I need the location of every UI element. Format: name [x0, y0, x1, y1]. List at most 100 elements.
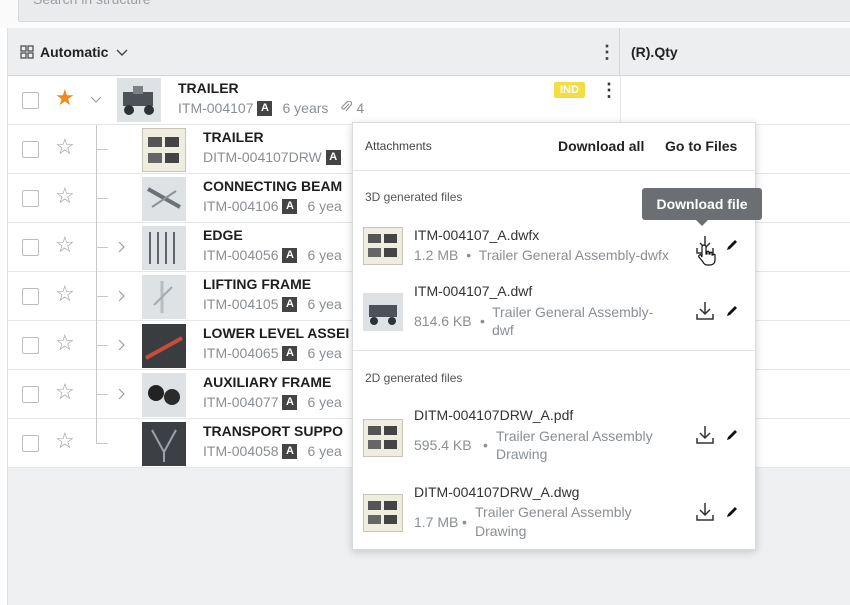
file-name[interactable]: DITM-004107DRW_A.pdf: [414, 407, 573, 423]
download-icon[interactable]: [696, 425, 714, 449]
star-icon[interactable]: ★: [55, 87, 75, 109]
revision-badge: A: [282, 443, 298, 459]
download-file-tooltip: Download file: [642, 188, 762, 226]
item-thumbnail: [142, 373, 186, 417]
tree-line: [96, 247, 108, 248]
row-checkbox[interactable]: [22, 190, 39, 207]
file-item[interactable]: DITM-004107DRW_A.dwg 1.7 MB • Trailer Ge…: [353, 484, 757, 546]
tree-line: [96, 198, 108, 199]
tree-line: [96, 443, 108, 444]
item-thumbnail: [142, 177, 186, 221]
tree-line: [96, 149, 108, 150]
file-thumbnail: [363, 419, 403, 457]
row-menu-kebab-icon[interactable]: ⋮: [600, 80, 618, 101]
row-checkbox[interactable]: [22, 288, 39, 305]
tree-line: [96, 394, 108, 395]
qty-column-menu-button[interactable]: ⋮: [844, 28, 850, 76]
item-age: 6 yea: [307, 247, 342, 263]
kebab-icon: ⋮: [598, 42, 616, 62]
edit-pencil-icon[interactable]: [725, 304, 739, 322]
row-checkbox[interactable]: [22, 92, 39, 109]
attachments-popup: Attachments Download all Go to Files 3D …: [352, 122, 757, 550]
item-meta: ITM-004065 A 6 yea: [203, 345, 342, 361]
edit-pencil-icon[interactable]: [725, 505, 739, 523]
row-checkbox[interactable]: [22, 435, 39, 452]
chevron-down-icon[interactable]: [90, 94, 102, 106]
edit-pencil-icon[interactable]: [725, 238, 739, 256]
item-age: 6 yea: [307, 198, 342, 214]
file-item[interactable]: ITM-004107_A.dwfx 1.2 MB • Trailer Gener…: [353, 223, 757, 273]
file-item[interactable]: DITM-004107DRW_A.pdf 595.4 KB • Trailer …: [353, 407, 757, 469]
revision-badge: A: [282, 296, 298, 312]
item-number: ITM-004106: [203, 198, 279, 214]
file-description: Trailer General Assembly: [475, 504, 632, 520]
item-age: 6 years: [282, 100, 329, 116]
file-name[interactable]: ITM-004107_A.dwfx: [414, 227, 539, 243]
item-meta: ITM-004056 A 6 yea: [203, 247, 342, 263]
item-thumbnail: [142, 226, 186, 270]
separator: •: [466, 247, 472, 263]
left-panel-edge: [0, 28, 8, 605]
chevron-right-icon[interactable]: [118, 241, 126, 255]
file-size: 1.7 MB: [414, 514, 459, 530]
star-icon[interactable]: ☆: [55, 185, 75, 207]
item-title[interactable]: LIFTING FRAME: [203, 276, 311, 292]
file-name[interactable]: ITM-004107_A.dwf: [414, 283, 532, 299]
revision-badge: A: [257, 100, 273, 116]
star-icon[interactable]: ☆: [55, 381, 75, 403]
tree-line: [96, 345, 108, 346]
attachment-count[interactable]: 4: [356, 100, 364, 116]
item-title[interactable]: EDGE: [203, 227, 243, 243]
chevron-right-icon[interactable]: [118, 290, 126, 304]
item-thumbnail: [142, 128, 186, 172]
star-icon[interactable]: ☆: [55, 136, 75, 158]
chevron-right-icon[interactable]: [118, 339, 126, 353]
item-number: DITM-004107DRW: [203, 149, 322, 165]
star-icon[interactable]: ☆: [55, 430, 75, 452]
chevron-down-icon: [116, 44, 128, 60]
download-all-button[interactable]: Download all: [558, 138, 644, 154]
item-meta: ITM-004058 A 6 yea: [203, 443, 342, 459]
item-meta: ITM-004107 A 6 years 4: [178, 100, 364, 116]
file-description: Trailer General Assembly-: [492, 304, 654, 320]
row-checkbox[interactable]: [22, 141, 39, 158]
file-name[interactable]: DITM-004107DRW_A.dwg: [414, 484, 579, 500]
row-checkbox[interactable]: [22, 239, 39, 256]
separator: •: [483, 437, 488, 453]
row-checkbox[interactable]: [22, 337, 39, 354]
table-row[interactable]: ★ TRAILER ITM-004107 A 6 years 4 IND ⋮: [8, 76, 850, 125]
item-title[interactable]: TRANSPORT SUPPO: [203, 423, 343, 439]
item-title[interactable]: TRAILER: [178, 80, 239, 96]
item-title[interactable]: TRAILER: [203, 129, 264, 145]
item-title[interactable]: CONNECTING BEAM: [203, 178, 342, 194]
view-selector-label: Automatic: [40, 44, 109, 60]
search-input[interactable]: Search in structure: [18, 0, 850, 22]
file-size: 814.6 KB: [414, 313, 472, 329]
app-page: Search in structure Automatic ⋮ (R).Qty …: [0, 0, 850, 605]
download-icon[interactable]: [696, 502, 714, 526]
item-title[interactable]: LOWER LEVEL ASSEI: [203, 325, 349, 341]
edit-pencil-icon[interactable]: [725, 428, 739, 446]
item-meta: ITM-004077 A 6 yea: [203, 394, 342, 410]
star-icon[interactable]: ☆: [55, 234, 75, 256]
column-divider: [619, 28, 620, 76]
item-thumbnail: [142, 275, 186, 319]
revision-badge: A: [325, 149, 341, 165]
view-selector[interactable]: Automatic: [20, 28, 128, 76]
item-thumbnail: [142, 324, 186, 368]
download-icon[interactable]: [696, 301, 714, 325]
item-number: ITM-004105: [203, 296, 279, 312]
chevron-right-icon[interactable]: [118, 388, 126, 402]
star-icon[interactable]: ☆: [55, 332, 75, 354]
column-menu-button[interactable]: ⋮: [598, 28, 616, 76]
star-icon[interactable]: ☆: [55, 283, 75, 305]
file-item[interactable]: ITM-004107_A.dwf 814.6 KB • Trailer Gene…: [353, 281, 757, 343]
grid-icon: [20, 45, 34, 59]
row-checkbox[interactable]: [22, 386, 39, 403]
qty-column-header[interactable]: (R).Qty: [631, 28, 678, 76]
tree-line: [96, 296, 108, 297]
item-title[interactable]: AUXILIARY FRAME: [203, 374, 331, 390]
go-to-files-button[interactable]: Go to Files: [665, 138, 737, 154]
tree-line: [96, 419, 97, 444]
file-description-continued: dwf: [492, 322, 514, 338]
